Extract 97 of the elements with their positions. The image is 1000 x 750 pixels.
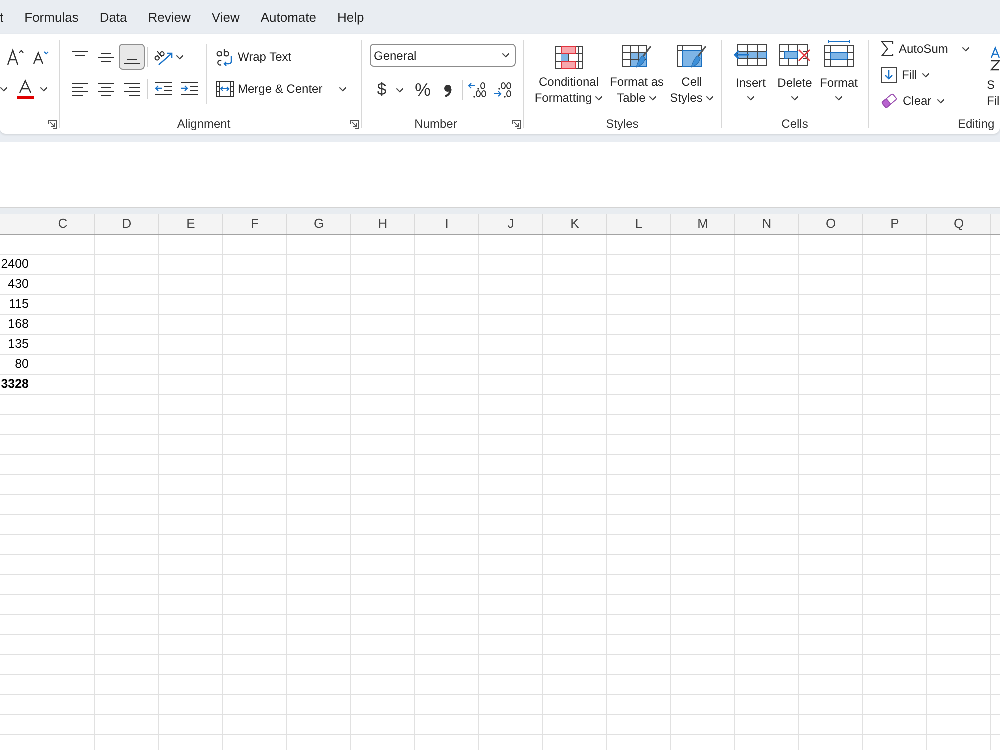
group-label: Alignment — [176, 117, 232, 131]
merge-cells-icon — [216, 81, 234, 97]
ribbon-tab[interactable]: Formulas — [24, 8, 79, 28]
wrap-text-button[interactable]: Wrap Text — [212, 44, 349, 70]
caret-icon — [0, 86, 8, 92]
caret-icon — [176, 54, 184, 60]
currency-button[interactable]: $ — [374, 77, 390, 103]
down-arrow-box-icon — [881, 67, 897, 83]
ribbon-tab[interactable]: View — [212, 8, 240, 28]
column-header[interactable]: H — [351, 214, 415, 234]
align-left-icon — [72, 82, 88, 96]
column-header[interactable]: K — [543, 214, 607, 234]
group-label: Editing — [957, 117, 996, 131]
cell-styles-button[interactable]: Cell Styles — [668, 44, 716, 106]
column-header[interactable]: L — [607, 214, 671, 234]
clear-button[interactable]: Clear — [877, 88, 949, 114]
increase-decimal-icon — [468, 82, 487, 98]
align-center-icon — [98, 82, 114, 96]
caret-icon — [40, 86, 48, 92]
grid-ruler-icon — [824, 40, 854, 67]
ribbon-tab[interactable]: Help — [338, 8, 364, 28]
caret-icon — [936, 98, 945, 104]
caret-icon — [835, 96, 843, 101]
decrease-decimal-icon — [493, 82, 512, 98]
insert-button[interactable]: Insert — [729, 40, 773, 101]
formula-bar-field[interactable] — [0, 142, 1000, 208]
dialog-launcher-button[interactable] — [348, 117, 360, 131]
caret-icon — [747, 96, 755, 101]
delete-button[interactable]: Delete — [773, 40, 817, 101]
column-header[interactable]: O — [799, 214, 863, 234]
group-label: Styles — [605, 117, 640, 131]
caret-icon — [962, 46, 970, 52]
autosum-button[interactable]: AutoSum — [877, 36, 952, 62]
caret-icon — [706, 96, 714, 102]
align-middle-icon — [98, 52, 114, 62]
grid-left-arrow-icon — [734, 44, 768, 67]
group-label: Cells — [780, 117, 810, 131]
letter-a-up-icon — [6, 48, 24, 66]
column-header[interactable]: G — [287, 214, 351, 234]
ribbon-tab[interactable]: t — [0, 8, 4, 28]
dialog-launcher-icon — [512, 120, 520, 128]
number-cell-text: 135 — [7, 336, 30, 353]
grid-cross-icon — [779, 44, 811, 67]
group-label: Number — [414, 117, 458, 131]
caret-icon — [791, 96, 799, 101]
format-button[interactable]: Format — [817, 40, 861, 101]
merge-center-button[interactable]: Merge & Center — [212, 76, 327, 102]
comma-icon — [444, 84, 452, 96]
column-header[interactable]: D — [95, 214, 159, 234]
number-format-dropdown[interactable]: General — [370, 44, 516, 67]
ribbon-tab[interactable]: Review — [148, 8, 191, 28]
align-bottom-icon — [124, 58, 140, 64]
caret-icon — [338, 86, 347, 92]
align-right-icon — [124, 82, 140, 96]
ribbon-tab[interactable]: Automate — [260, 8, 317, 28]
column-header[interactable]: J — [479, 214, 543, 234]
number-cell-text: 80 — [14, 356, 30, 373]
caret-icon — [648, 96, 657, 102]
grid-brush-icon — [622, 45, 652, 69]
column-header[interactable]: I — [415, 214, 479, 234]
number-cell-text: 2400 — [0, 256, 30, 273]
number-cell-text: 430 — [7, 276, 30, 293]
column-header[interactable]: C — [31, 214, 95, 234]
number-cell-text: 168 — [7, 316, 30, 333]
colored-grid-icon — [555, 46, 583, 68]
letter-a-underline-icon — [16, 80, 34, 98]
sigma-icon — [881, 41, 894, 57]
cell-brush-icon — [677, 45, 707, 69]
indent-decrease-icon — [154, 82, 172, 96]
column-header[interactable]: N — [735, 214, 799, 234]
column-header[interactable]: E — [159, 214, 223, 234]
align-bottom-button[interactable] — [119, 44, 145, 70]
sort-filter-button[interactable]: S Fil — [987, 36, 1000, 114]
caret-icon — [396, 88, 404, 92]
indent-increase-icon — [180, 82, 198, 96]
letter-a-down-icon — [33, 49, 49, 65]
caret-icon — [502, 53, 510, 58]
sort-icon — [990, 47, 1000, 71]
align-top-icon — [72, 50, 88, 56]
number-cell-text: 3328 — [0, 376, 30, 393]
column-header[interactable]: M — [671, 214, 735, 234]
caret-icon — [595, 96, 604, 101]
caret-icon — [922, 72, 930, 78]
dialog-launcher-button[interactable] — [46, 117, 58, 131]
column-header[interactable]: Q — [927, 214, 991, 234]
column-header[interactable]: P — [863, 214, 927, 234]
format-as-table-button[interactable]: Format as Table — [606, 44, 668, 106]
dialog-launcher-button[interactable] — [510, 117, 522, 131]
column-header[interactable]: F — [223, 214, 287, 234]
wrap-text-icon — [216, 48, 234, 66]
number-cell-text: 115 — [8, 296, 30, 313]
ribbon-tab[interactable]: Data — [100, 8, 128, 28]
fill-button[interactable]: Fill — [877, 62, 934, 88]
dialog-launcher-icon — [350, 120, 358, 128]
percent-button[interactable]: % — [410, 77, 436, 103]
conditional-formatting-button[interactable]: Conditional Formatting — [532, 44, 606, 106]
dialog-launcher-icon — [48, 120, 56, 128]
